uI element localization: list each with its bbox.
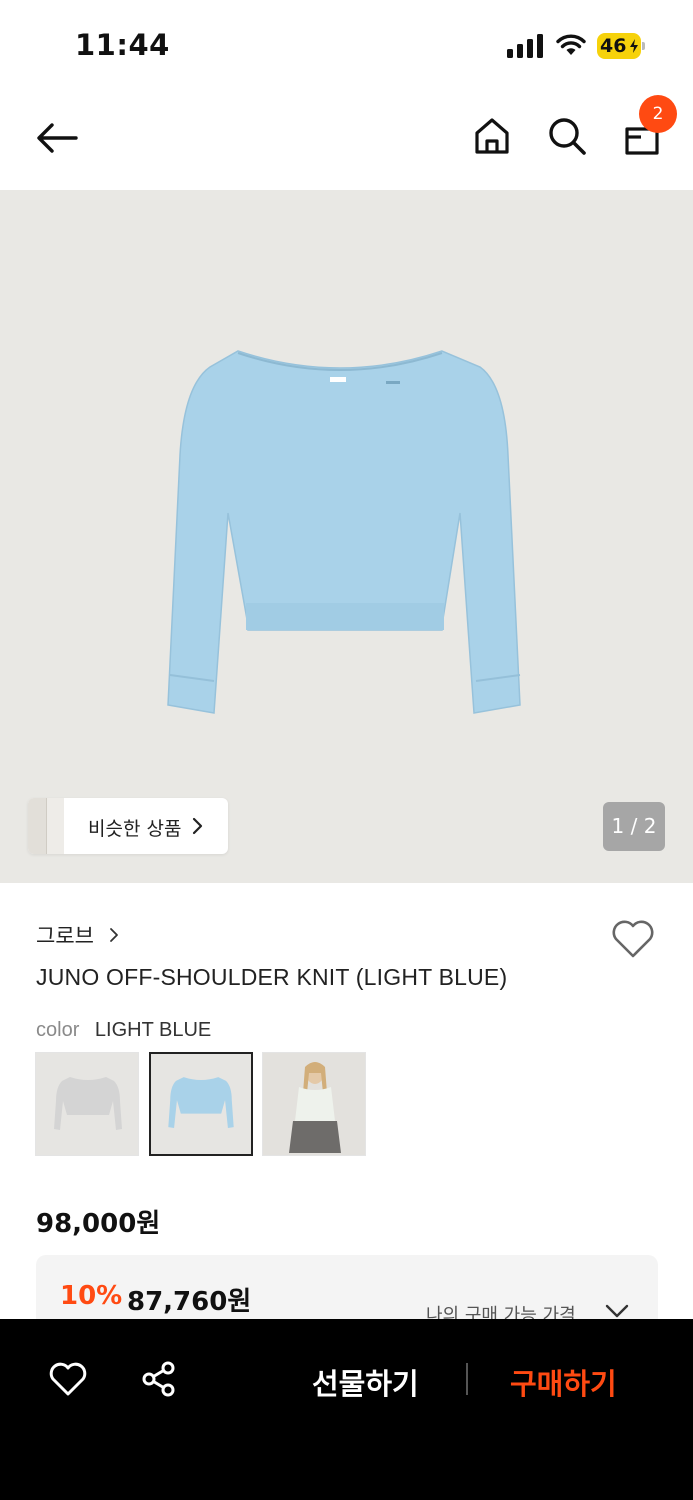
selected-color-value: LIGHT BLUE [94, 1019, 212, 1041]
battery-indicator: 46 [597, 33, 645, 59]
cart-count-badge: 2 [639, 95, 677, 133]
swatch-grey-image [54, 1077, 122, 1130]
swatch-blue-image [168, 1077, 234, 1129]
product-image-carousel[interactable]: 비슷한 상품 1 / 2 [0, 190, 693, 883]
brand-link[interactable]: 그로브 [36, 920, 94, 950]
chevron-down-icon [605, 1304, 629, 1318]
battery-level: 46 [600, 35, 627, 57]
product-image [167, 350, 521, 714]
battery-cap [642, 42, 645, 50]
color-swatch-grey[interactable] [35, 1052, 139, 1156]
chevron-right-icon [110, 928, 118, 942]
search-icon[interactable] [545, 114, 589, 158]
cellular-signal-icon [507, 34, 543, 58]
buy-button[interactable]: 구매하기 [510, 1361, 617, 1403]
color-option-row: color LIGHT BLUE [36, 1019, 211, 1042]
color-label: color [36, 1019, 80, 1041]
bottom-action-bar: 선물하기 구매하기 [0, 1319, 693, 1500]
status-bar: 11:44 46 [0, 0, 693, 90]
gift-button[interactable]: 선물하기 [312, 1361, 419, 1403]
product-title: JUNO OFF-SHOULDER KNIT (LIGHT BLUE) [36, 964, 508, 990]
heart-icon[interactable] [48, 1361, 88, 1397]
back-arrow-icon[interactable] [32, 118, 82, 158]
home-icon[interactable] [470, 114, 514, 158]
chevron-right-icon [192, 817, 203, 835]
charging-bolt-icon [630, 39, 638, 53]
discount-price: 87,760원 [127, 1287, 252, 1317]
wifi-icon [556, 34, 586, 55]
share-icon[interactable] [140, 1360, 178, 1398]
similar-products-label: 비슷한 상품 [88, 818, 182, 840]
swatch-model-image [289, 1062, 341, 1153]
action-divider [466, 1363, 468, 1395]
discount-rate: 10% [60, 1281, 123, 1311]
original-price: 98,000원 [36, 1209, 161, 1239]
color-swatch-model[interactable] [262, 1052, 366, 1156]
similar-products-button[interactable]: 비슷한 상품 [28, 798, 228, 854]
image-page-counter: 1 / 2 [603, 802, 665, 851]
top-nav-bar: 2 [0, 90, 693, 190]
similar-thumb-image-2 [46, 798, 64, 854]
color-swatch-light-blue[interactable] [149, 1052, 253, 1156]
heart-icon[interactable] [610, 918, 656, 960]
status-time: 11:44 [75, 28, 170, 62]
